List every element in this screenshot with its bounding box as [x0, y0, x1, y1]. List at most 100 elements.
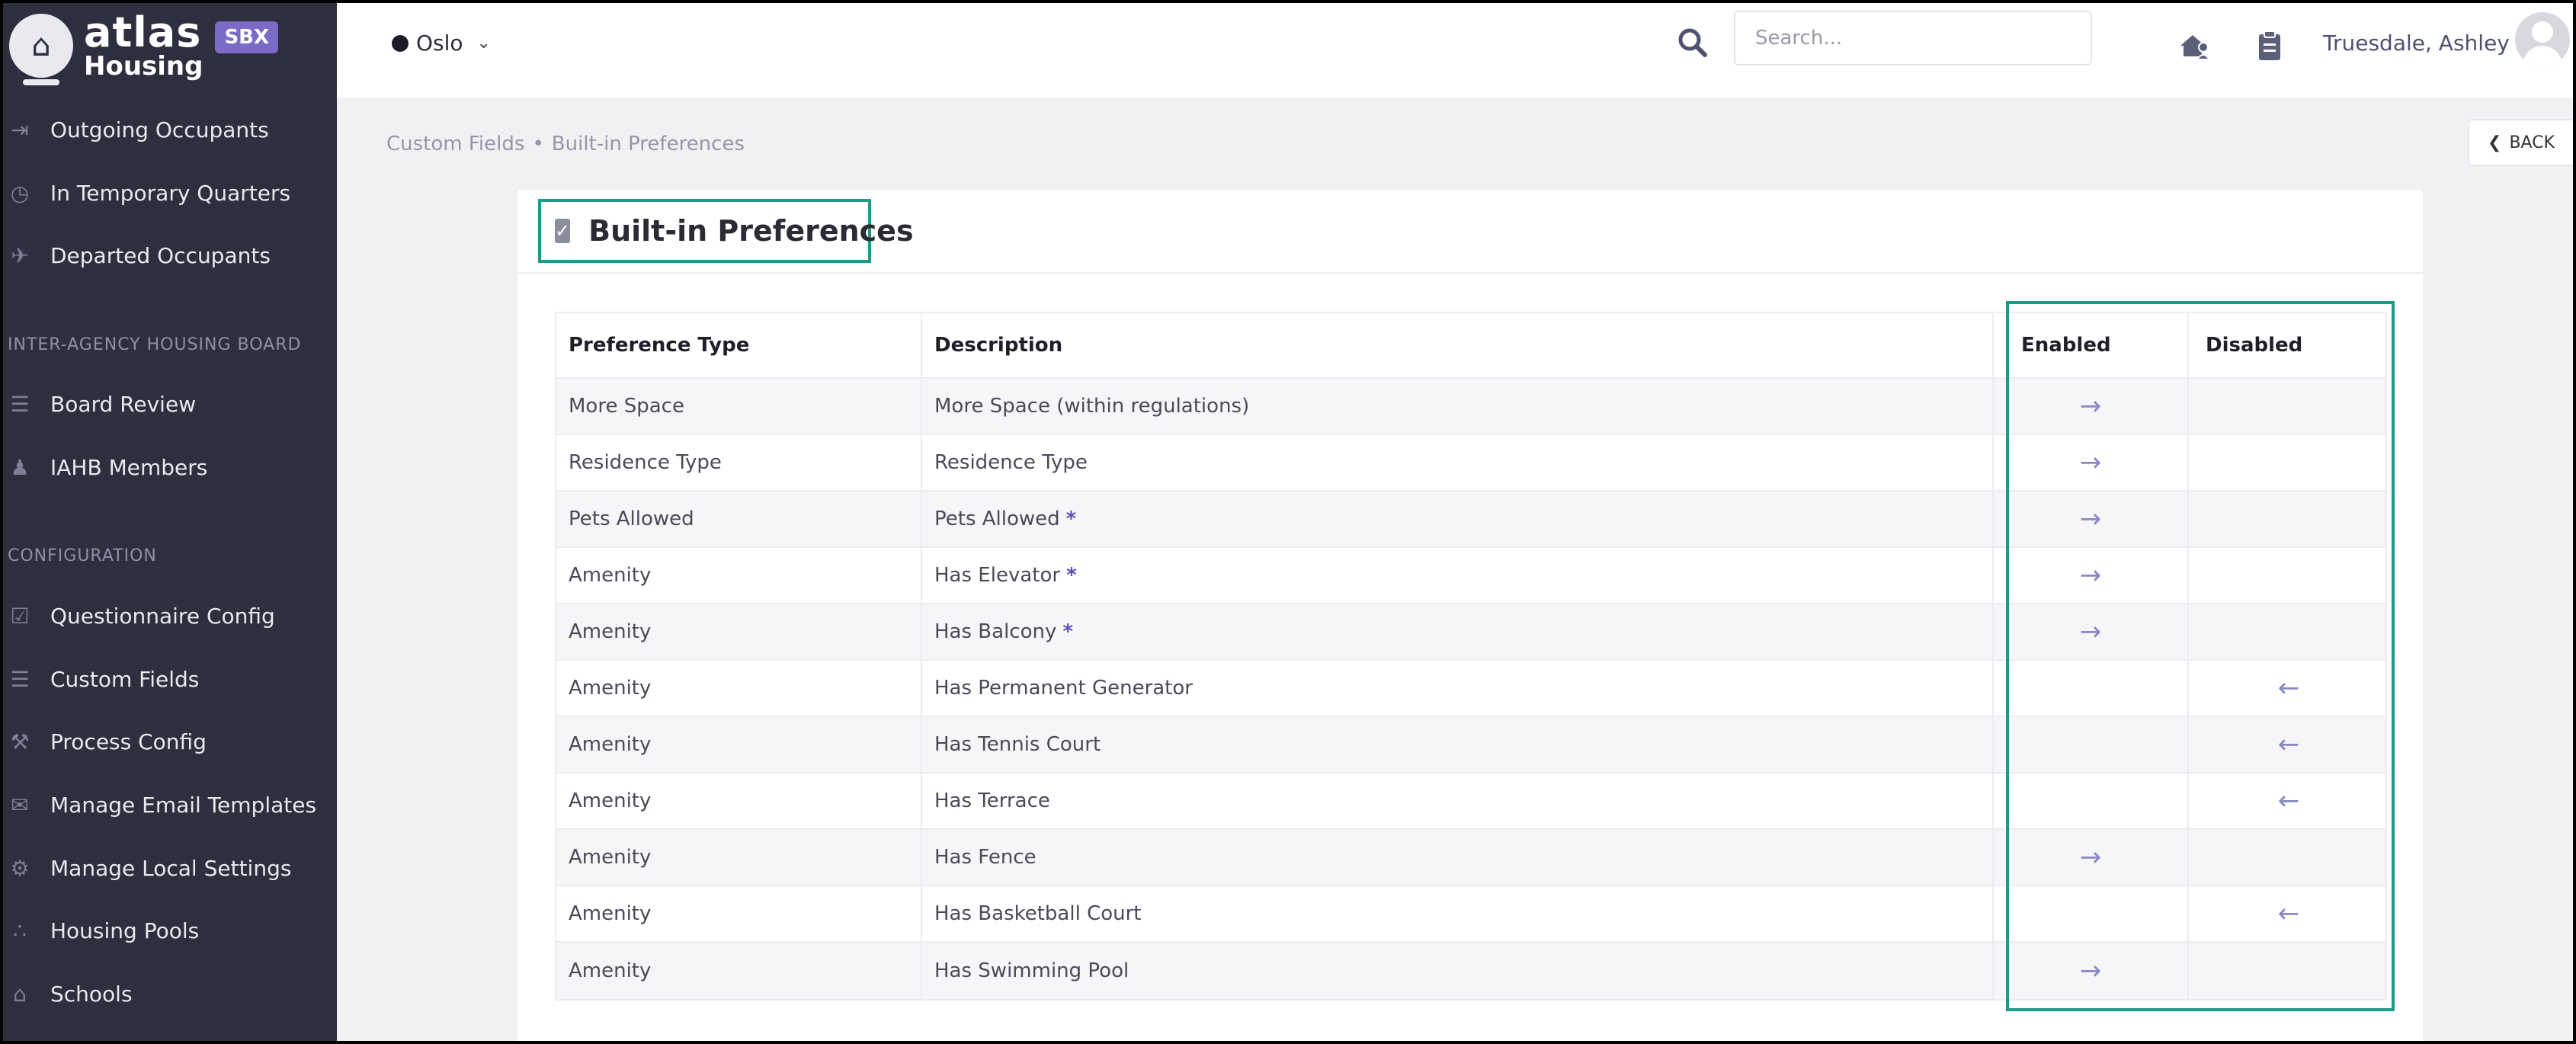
envelope-icon: ✉: [11, 792, 29, 818]
arrow-left-icon[interactable]: ←: [2278, 673, 2300, 703]
arrow-right-icon[interactable]: →: [2080, 616, 2102, 647]
arrow-left-icon[interactable]: ←: [2278, 898, 2300, 929]
sidebar-item-departed-occupants[interactable]: ✈ Departed Occupants: [3, 232, 337, 278]
preference-type-cell: Pets Allowed: [556, 492, 922, 546]
sidebar-item-manage-email-templates[interactable]: ✉ Manage Email Templates: [3, 782, 337, 828]
search-icon[interactable]: [1674, 24, 1711, 61]
description-text: Has Basketball Court: [934, 902, 1142, 925]
sidebar-item-custom-fields[interactable]: ☰ Custom Fields: [3, 656, 337, 702]
sidebar-item-outgoing-occupants[interactable]: ⇥ Outgoing Occupants: [3, 107, 337, 152]
sidebar-item-board-review[interactable]: ☰ Board Review: [3, 381, 337, 427]
description-text: Has Permanent Generator: [934, 677, 1193, 700]
sidebar-item-questionnaire-config[interactable]: ☑ Questionnaire Config: [3, 593, 337, 639]
back-button[interactable]: ❮ BACK: [2468, 119, 2573, 166]
location-label: Oslo: [416, 30, 463, 56]
table-row: Amenity Has Basketball Court ←: [556, 886, 2385, 943]
clipboard-icon[interactable]: [2250, 26, 2289, 66]
arrow-right-icon[interactable]: →: [2080, 391, 2102, 421]
description-cell: Has Swimming Pool: [922, 943, 1994, 999]
chevron-down-icon: ⌄: [476, 34, 491, 53]
gear-icon: ⚙: [10, 855, 30, 881]
sidebar-item-label: IAHB Members: [50, 454, 208, 480]
globe-house-icon: ⌂: [9, 14, 73, 85]
arrow-right-icon[interactable]: →: [2080, 842, 2102, 873]
preference-type-cell: Amenity: [556, 661, 922, 716]
users-icon: ♟: [10, 454, 30, 480]
school-icon: ⌂: [13, 981, 27, 1007]
list-icon: ☰: [10, 391, 30, 417]
location-selector[interactable]: Oslo ⌄: [392, 30, 491, 56]
enabled-cell: →: [1994, 604, 2189, 659]
arrow-left-icon[interactable]: ←: [2278, 786, 2300, 816]
description-cell: Has Balcony *: [922, 604, 1994, 659]
disabled-cell: [2189, 379, 2389, 434]
table-row: Amenity Has Terrace ←: [556, 773, 2385, 830]
table-header-row: Preference Type Description Enabled Disa…: [556, 313, 2385, 379]
description-cell: Residence Type: [922, 435, 1994, 490]
preference-type-cell: Amenity: [556, 943, 922, 999]
arrow-right-icon[interactable]: →: [2080, 504, 2102, 534]
avatar[interactable]: [2515, 12, 2570, 67]
disabled-cell: ←: [2189, 661, 2389, 716]
header-enabled: Enabled: [1994, 313, 2189, 377]
disabled-cell: ←: [2189, 773, 2389, 828]
description-cell: Has Tennis Court: [922, 717, 1994, 772]
description-text: Has Elevator: [934, 564, 1061, 587]
plane-icon: ✈: [11, 242, 29, 268]
breadcrumb-separator: •: [532, 133, 544, 155]
disabled-cell: ←: [2189, 886, 2389, 941]
sidebar-item-iahb-members[interactable]: ♟ IAHB Members: [3, 444, 337, 490]
app-frame: ⌂ atlas Housing SBX ⇥ Outgoing Occupants ◷…: [3, 3, 2573, 1041]
logo-housing: Housing: [84, 51, 203, 82]
description-cell: More Space (within regulations): [922, 379, 1994, 434]
search-input[interactable]: [1734, 11, 2092, 66]
table-row: Amenity Has Fence →: [556, 830, 2385, 886]
enabled-cell: [1994, 717, 2189, 772]
disabled-cell: [2189, 604, 2389, 659]
location-dot-icon: [392, 34, 409, 52]
arrow-right-icon[interactable]: →: [2080, 447, 2102, 478]
app-logo[interactable]: ⌂ atlas Housing SBX: [9, 8, 279, 85]
arrow-left-icon[interactable]: ←: [2278, 729, 2300, 760]
disabled-cell: [2189, 830, 2389, 885]
preference-type-cell: Residence Type: [556, 435, 922, 490]
table-row: Residence Type Residence Type →: [556, 435, 2385, 492]
disabled-cell: [2189, 943, 2389, 999]
enabled-cell: [1994, 886, 2189, 941]
sidebar-section-iahb: INTER-AGENCY HOUSING BOARD: [8, 335, 302, 354]
sidebar-item-process-config[interactable]: ⚒ Process Config: [3, 719, 337, 764]
sidebar-item-label: Outgoing Occupants: [50, 117, 269, 143]
arrow-right-icon[interactable]: →: [2080, 956, 2102, 986]
enabled-cell: [1994, 661, 2189, 716]
sidebar-item-manage-local-settings[interactable]: ⚙ Manage Local Settings: [3, 845, 337, 891]
description-text: Has Tennis Court: [934, 733, 1101, 756]
sidebar-item-label: Custom Fields: [50, 666, 200, 692]
enabled-cell: →: [1994, 830, 2189, 885]
sidebar-item-label: Manage Local Settings: [50, 855, 292, 881]
sidebar-item-in-temporary-quarters[interactable]: ◷ In Temporary Quarters: [3, 170, 337, 216]
preference-type-cell: Amenity: [556, 717, 922, 772]
preference-type-cell: Amenity: [556, 604, 922, 659]
description-cell: Has Fence: [922, 830, 1994, 885]
preference-type-cell: Amenity: [556, 886, 922, 941]
preference-type-cell: Amenity: [556, 830, 922, 885]
table-row: Amenity Has Balcony * →: [556, 604, 2385, 661]
required-asterisk: *: [1065, 508, 1077, 530]
exit-icon: ⇥: [11, 117, 29, 143]
house-user-icon[interactable]: [2175, 26, 2215, 66]
disabled-cell: [2189, 548, 2389, 603]
sidebar-item-label: Questionnaire Config: [50, 603, 275, 629]
enabled-cell: →: [1994, 943, 2189, 999]
clock-icon: ◷: [10, 180, 30, 206]
header-disabled: Disabled: [2206, 334, 2303, 357]
description-text: Pets Allowed: [934, 508, 1060, 530]
sidebar-item-housing-pools[interactable]: ∴ Housing Pools: [3, 908, 337, 953]
card-header: ✓ Built-in Preferences: [517, 190, 2423, 274]
description-text: Has Terrace: [934, 789, 1050, 812]
arrow-right-icon[interactable]: →: [2080, 560, 2102, 591]
user-name[interactable]: Truesdale, Ashley A: [2323, 30, 2531, 56]
sidebar-item-schools[interactable]: ⌂ Schools: [3, 971, 337, 1017]
breadcrumb-parent[interactable]: Custom Fields: [386, 133, 524, 155]
sidebar-item-label: Manage Email Templates: [50, 792, 317, 818]
enabled-cell: →: [1994, 492, 2189, 546]
